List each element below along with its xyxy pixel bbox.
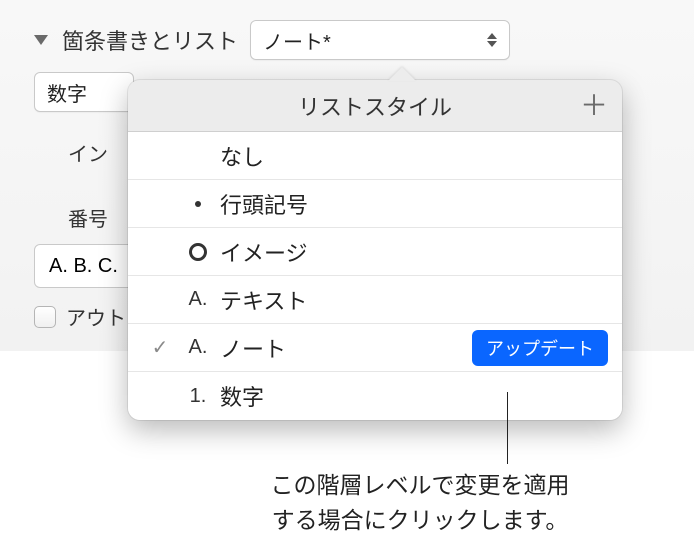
style-item-note[interactable]: ✓ A. ノート アップデート [128, 324, 622, 372]
list-style-value: ノート* [263, 26, 331, 55]
outline-label: アウト [66, 302, 126, 331]
list-type-value: 数字 [47, 78, 87, 107]
style-label: 数字 [220, 380, 264, 412]
number-label: 番号 [68, 203, 108, 232]
style-item-text[interactable]: A. テキスト [128, 276, 622, 324]
popover-header: リストスタイル ＋ [128, 80, 622, 132]
list-style-select[interactable]: ノート* [250, 20, 510, 60]
style-label: なし [220, 140, 264, 172]
marker-text: A. [176, 288, 220, 311]
update-button[interactable]: アップデート [472, 330, 608, 366]
add-style-button[interactable]: ＋ [580, 92, 608, 120]
style-label: ノート [220, 332, 286, 364]
style-item-image[interactable]: イメージ [128, 228, 622, 276]
checkmark-icon: ✓ [144, 335, 176, 360]
indent-label: イン [68, 138, 108, 167]
style-list: なし 行頭記号 イメージ A. テキスト ✓ A. ノート アップデート 1. … [128, 132, 622, 420]
marker-text: A. [176, 336, 220, 359]
disclosure-icon [34, 35, 48, 45]
bullet-icon [176, 201, 220, 207]
section-header[interactable]: 箇条書きとリスト [34, 24, 238, 56]
list-style-popover: リストスタイル ＋ なし 行頭記号 イメージ A. テキスト ✓ A. ノート [128, 80, 622, 420]
callout-text: この階層レベルで変更を適用 する場合にクリックします。 [160, 468, 680, 537]
section-title: 箇条書きとリスト [62, 24, 238, 56]
style-item-bullet[interactable]: 行頭記号 [128, 180, 622, 228]
chevrons-icon [487, 33, 497, 47]
callout-line [507, 392, 508, 464]
number-format-value: A. B. C. [49, 255, 118, 278]
outline-checkbox[interactable] [34, 306, 56, 328]
marker-text: 1. [176, 385, 220, 408]
circle-icon [176, 243, 220, 261]
list-type-select[interactable]: 数字 [34, 72, 134, 112]
style-item-number[interactable]: 1. 数字 [128, 372, 622, 420]
style-label: テキスト [220, 284, 307, 316]
style-label: 行頭記号 [220, 188, 308, 220]
callout-line1: この階層レベルで変更を適用 [271, 472, 570, 498]
popover-title: リストスタイル [298, 90, 452, 122]
style-label: イメージ [220, 236, 308, 268]
callout-line2: する場合にクリックします。 [272, 507, 569, 533]
style-item-none[interactable]: なし [128, 132, 622, 180]
